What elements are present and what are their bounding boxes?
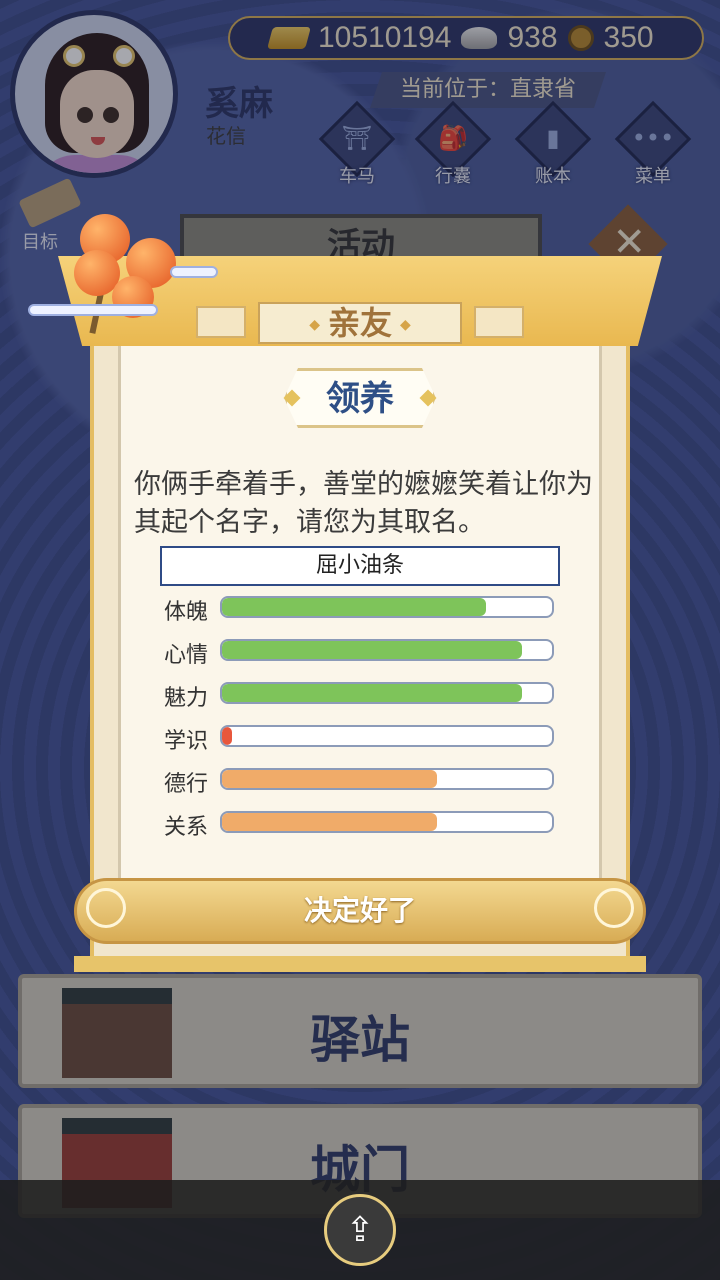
stat-bar <box>220 811 554 833</box>
stat-bar-fill <box>222 598 486 616</box>
stat-bar <box>220 768 554 790</box>
stat-label: 德行 <box>164 772 209 797</box>
stat-label: 关系 <box>164 815 209 840</box>
stat-label: 学识 <box>164 729 209 754</box>
stat-bar <box>220 596 554 618</box>
stat-bar <box>220 725 554 747</box>
stat-bar-fill <box>222 684 523 702</box>
confirm-button[interactable]: 决定好了 <box>74 878 646 944</box>
stat-bar <box>220 639 554 661</box>
stat-label: 魅力 <box>164 686 209 711</box>
share-button[interactable]: ⇪ <box>324 1194 396 1266</box>
cloud-ornament-right <box>594 888 634 928</box>
stat-label: 体魄 <box>164 600 209 625</box>
dialog-heading: 领养 <box>284 368 436 428</box>
stat-bar-fill <box>222 770 437 788</box>
stat-bar <box>220 682 554 704</box>
header-ornament-right <box>474 306 524 338</box>
stat-bar-fill <box>222 813 437 831</box>
stat-bar-fill <box>222 641 523 659</box>
cloud-ornament-left <box>86 888 126 928</box>
dialog-category-title: ◆ 亲友 ◆ <box>258 302 462 344</box>
name-input[interactable]: 屈小油条 <box>160 546 560 586</box>
cloud-wisp <box>170 266 218 278</box>
header-ornament-left <box>196 306 246 338</box>
stat-label: 心情 <box>164 643 209 668</box>
cloud-wisp <box>28 304 158 316</box>
stat-bar-fill <box>222 727 232 745</box>
dialog-bottom-border <box>74 956 646 972</box>
share-icon: ⇪ <box>345 1210 375 1250</box>
dialog-story-text: 你俩手牵着手，善堂的嬷嬷笑着让你为其起个名字，请您为其取名。 <box>134 469 593 538</box>
